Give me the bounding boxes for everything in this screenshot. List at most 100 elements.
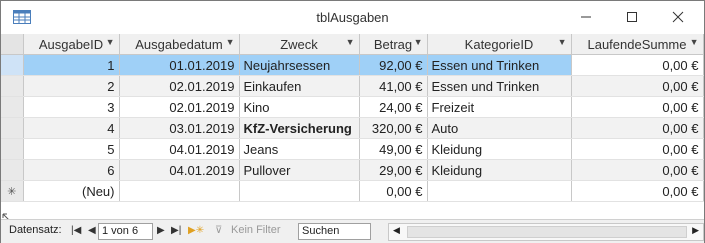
cell-ausgabedatum[interactable]: 03.01.2019 <box>119 117 240 139</box>
header-row: AusgabeID ▼ Ausgabedatum ▼ Zweck ▼ Betrag ▼ … <box>1 34 704 55</box>
cell-betrag[interactable]: 49,00 € <box>359 138 428 160</box>
cell-laufendesumme[interactable]: 0,00 € <box>571 75 704 97</box>
cell-kategorieid[interactable]: Kleidung <box>427 159 572 181</box>
cell-zweck[interactable]: Einkaufen <box>239 75 360 97</box>
column-header-zweck[interactable]: Zweck ▼ <box>239 34 360 55</box>
cell-zweck[interactable]: Kino <box>239 96 360 118</box>
maximize-icon <box>627 12 637 22</box>
cell-zweck[interactable]: Jeans <box>239 138 360 160</box>
last-record-icon[interactable]: ▶| <box>171 225 181 236</box>
cell-kategorieid[interactable]: Kleidung <box>427 138 572 160</box>
record-selector[interactable] <box>1 54 24 76</box>
scrollbar-thumb[interactable] <box>407 226 687 238</box>
select-all-corner[interactable] <box>1 34 24 55</box>
cell-ausgabedatum-new[interactable] <box>119 180 240 202</box>
column-label: LaufendeSumme <box>587 36 687 52</box>
cell-zweck-new[interactable] <box>239 180 360 202</box>
cell-betrag[interactable]: 92,00 € <box>359 54 428 76</box>
table-row[interactable]: 4 03.01.2019 KfZ-Versicherung 320,00 € A… <box>1 117 704 139</box>
cell-kategorieid[interactable]: Essen und Trinken <box>427 54 572 76</box>
cell-ausgabeid[interactable]: 6 <box>23 159 120 181</box>
maximize-button[interactable] <box>609 1 655 33</box>
cell-ausgabeid[interactable]: 3 <box>23 96 120 118</box>
column-header-ausgabedatum[interactable]: Ausgabedatum ▼ <box>119 34 240 55</box>
cell-laufendesumme[interactable]: 0,00 € <box>571 117 704 139</box>
new-record-row[interactable]: ✳ (Neu) 0,00 € 0,00 € <box>1 180 704 202</box>
cell-zweck[interactable]: KfZ-Versicherung <box>239 117 360 139</box>
column-header-betrag[interactable]: Betrag ▼ <box>359 34 428 55</box>
record-selector[interactable] <box>1 117 24 139</box>
datasheet-grid: AusgabeID ▼ Ausgabedatum ▼ Zweck ▼ Betrag ▼ … <box>1 34 704 212</box>
cell-ausgabedatum[interactable]: 02.01.2019 <box>119 75 240 97</box>
cell-ausgabedatum[interactable]: 02.01.2019 <box>119 96 240 118</box>
next-record-icon[interactable]: ▶ <box>157 225 165 236</box>
column-label: Zweck <box>280 36 318 52</box>
cell-zweck[interactable]: Neujahrsessen <box>239 54 360 76</box>
new-record-icon[interactable]: ✳ <box>1 180 24 202</box>
filter-icon[interactable]: ⊽ <box>215 225 222 236</box>
record-selector[interactable] <box>1 159 24 181</box>
column-header-laufendesumme[interactable]: LaufendeSumme ▼ <box>571 34 704 55</box>
column-label: Ausgabedatum <box>135 36 223 52</box>
dropdown-arrow-icon[interactable]: ▼ <box>226 37 235 47</box>
cell-betrag[interactable]: 41,00 € <box>359 75 428 97</box>
cell-laufendesumme-new[interactable]: 0,00 € <box>571 180 704 202</box>
title-bar: tblAusgaben <box>1 1 704 35</box>
dropdown-arrow-icon[interactable]: ▼ <box>106 37 115 47</box>
cell-laufendesumme[interactable]: 0,00 € <box>571 96 704 118</box>
new-record-nav-icon[interactable]: ▶✳ <box>188 225 204 236</box>
cell-laufendesumme[interactable]: 0,00 € <box>571 159 704 181</box>
dropdown-arrow-icon[interactable]: ▼ <box>414 37 423 47</box>
table-row[interactable]: 2 02.01.2019 Einkaufen 41,00 € Essen und… <box>1 75 704 97</box>
previous-record-icon[interactable]: ◀ <box>88 225 96 236</box>
column-header-ausgabeid[interactable]: AusgabeID ▼ <box>23 34 120 55</box>
cell-zweck[interactable]: Pullover <box>239 159 360 181</box>
cell-ausgabeid[interactable]: 5 <box>23 138 120 160</box>
table-row[interactable]: 6 04.01.2019 Pullover 29,00 € Kleidung 0… <box>1 159 704 181</box>
cell-kategorieid[interactable]: Essen und Trinken <box>427 75 572 97</box>
close-button[interactable] <box>655 1 701 33</box>
record-selector[interactable] <box>1 96 24 118</box>
column-label: AusgabeID <box>38 36 104 52</box>
table-row[interactable]: 1 01.01.2019 Neujahrsessen 92,00 € Essen… <box>1 54 704 76</box>
record-label: Datensatz: <box>9 224 62 236</box>
record-selector[interactable] <box>1 138 24 160</box>
cell-betrag[interactable]: 29,00 € <box>359 159 428 181</box>
cell-ausgabedatum[interactable]: 04.01.2019 <box>119 138 240 160</box>
scroll-right-icon[interactable]: ▶ <box>692 225 699 236</box>
cell-laufendesumme[interactable]: 0,00 € <box>571 54 704 76</box>
close-icon <box>672 11 684 23</box>
cell-kategorieid[interactable]: Freizeit <box>427 96 572 118</box>
cell-betrag-new[interactable]: 0,00 € <box>359 180 428 202</box>
cell-laufendesumme[interactable]: 0,00 € <box>571 138 704 160</box>
filter-status-button[interactable]: Kein Filter <box>231 224 281 236</box>
datasheet-window: tblAusgaben AusgabeID ▼ Ausgabedatum ▼ Zwe… <box>0 0 705 243</box>
column-header-kategorieid[interactable]: KategorieID ▼ <box>427 34 572 55</box>
table-row[interactable]: 3 02.01.2019 Kino 24,00 € Freizeit 0,00 … <box>1 96 704 118</box>
dropdown-arrow-icon[interactable]: ▼ <box>558 37 567 47</box>
scroll-left-icon[interactable]: ◀ <box>393 225 400 236</box>
minimize-icon <box>581 16 591 18</box>
cell-ausgabeid[interactable]: 2 <box>23 75 120 97</box>
cell-kategorieid[interactable]: Auto <box>427 117 572 139</box>
dropdown-arrow-icon[interactable]: ▼ <box>690 37 699 47</box>
column-label: Betrag <box>373 36 413 52</box>
minimize-button[interactable] <box>563 1 609 33</box>
column-label: KategorieID <box>464 36 534 52</box>
current-record-field[interactable]: 1 von 6 <box>98 223 153 240</box>
cell-ausgabeid[interactable]: 1 <box>23 54 120 76</box>
cell-ausgabedatum[interactable]: 04.01.2019 <box>119 159 240 181</box>
cell-kategorieid-new[interactable] <box>427 180 572 202</box>
horizontal-scrollbar[interactable]: ◀ ▶ <box>388 223 704 241</box>
cell-ausgabeid[interactable]: 4 <box>23 117 120 139</box>
cell-betrag[interactable]: 24,00 € <box>359 96 428 118</box>
record-navigation-bar: Datensatz: |◀ ◀ 1 von 6 ▶ ▶| ▶✳ ⊽ Kein F… <box>1 219 704 243</box>
dropdown-arrow-icon[interactable]: ▼ <box>346 37 355 47</box>
table-row[interactable]: 5 04.01.2019 Jeans 49,00 € Kleidung 0,00… <box>1 138 704 160</box>
cell-betrag[interactable]: 320,00 € <box>359 117 428 139</box>
first-record-icon[interactable]: |◀ <box>71 225 81 236</box>
record-selector[interactable] <box>1 75 24 97</box>
cell-ausgabeid-new[interactable]: (Neu) <box>23 180 120 202</box>
cell-ausgabedatum[interactable]: 01.01.2019 <box>119 54 240 76</box>
search-input[interactable]: Suchen <box>298 223 371 240</box>
